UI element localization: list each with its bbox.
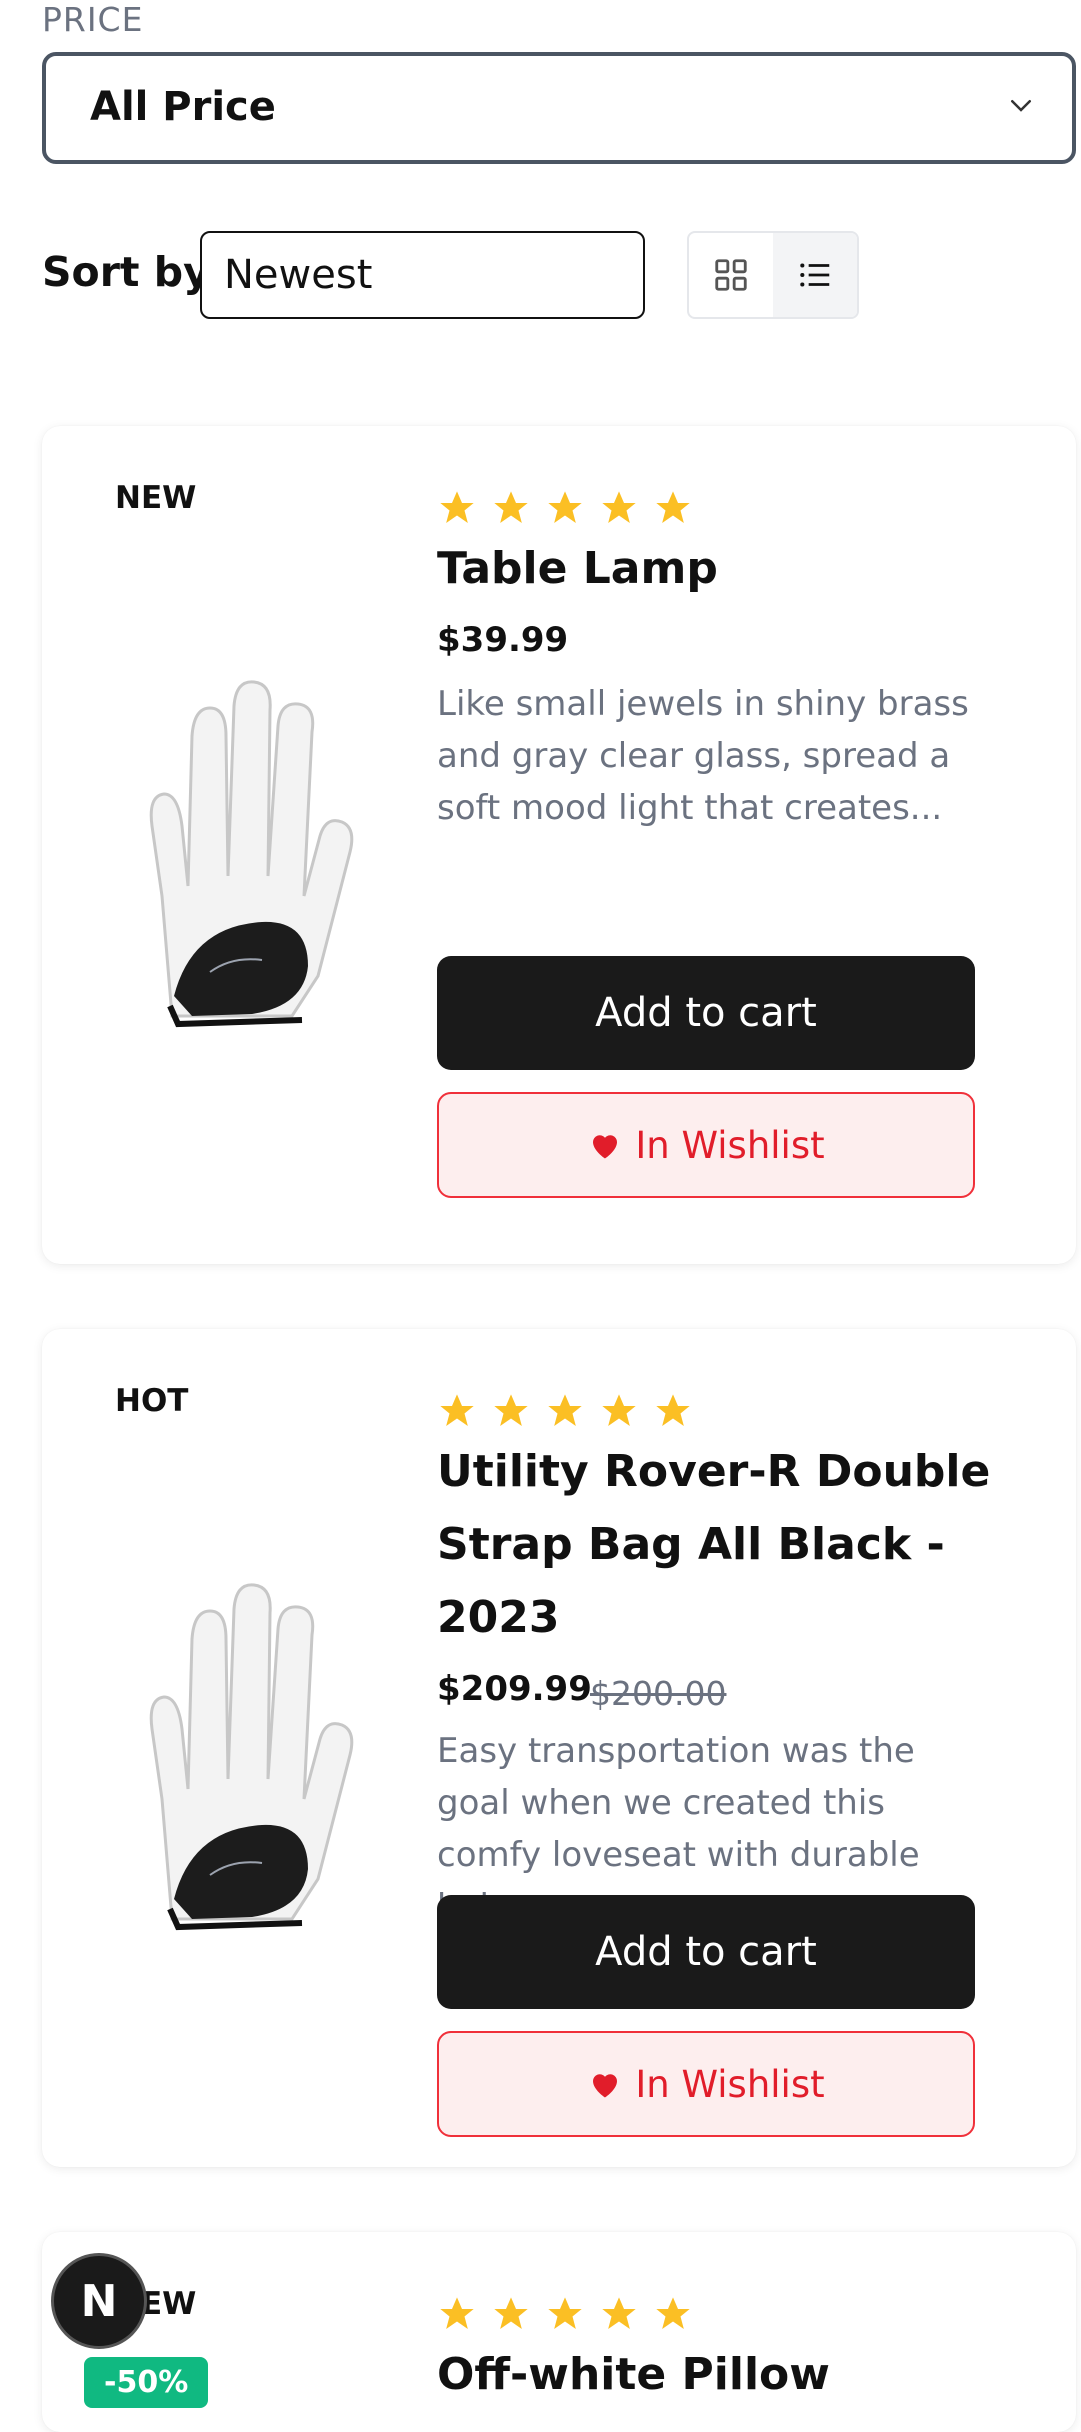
price-select[interactable]: All Price (42, 52, 1076, 164)
chevron-down-icon (1011, 100, 1031, 112)
glove-image (149, 1583, 354, 1931)
rating-stars (437, 1391, 693, 1431)
price-filter-label: PRICE (42, 0, 144, 39)
star-icon (494, 491, 528, 523)
add-to-cart-button[interactable]: Add to cart (437, 956, 975, 1070)
star-icon (440, 491, 474, 523)
product-image[interactable] (112, 676, 372, 1036)
sale-badge: -50% (84, 2357, 209, 2408)
wishlist-button[interactable]: In Wishlist (437, 2031, 975, 2137)
rating-stars (437, 488, 693, 528)
view-toggle (687, 231, 859, 319)
product-description: Like small jewels in shiny brass and gra… (437, 684, 969, 828)
price-select-value: All Price (90, 84, 276, 130)
star-icon (548, 1394, 582, 1426)
product-title[interactable]: Utility Rover-R Double Strap Bag All Bla… (437, 1435, 1037, 1654)
star-icon (602, 1394, 636, 1426)
add-to-cart-button[interactable]: Add to cart (437, 1895, 975, 2009)
list-view-button[interactable] (773, 233, 857, 317)
star-icon (602, 491, 636, 523)
star-icon (656, 1394, 690, 1426)
heart-icon (593, 2074, 618, 2098)
product-badge: NEW (115, 480, 197, 516)
glove-image (149, 680, 354, 1028)
product-price: $209.99 (437, 1669, 592, 1709)
product-price: $39.99 (437, 620, 569, 660)
wishlist-label: In Wishlist (635, 1123, 825, 1167)
product-card: NEW Table Lamp $39.99 Like small jewels … (42, 426, 1076, 1264)
star-icon (602, 2297, 636, 2329)
star-icon (548, 2297, 582, 2329)
product-title[interactable]: Table Lamp (437, 532, 1037, 605)
grid-icon (715, 259, 747, 291)
wishlist-button[interactable]: In Wishlist (437, 1092, 975, 1198)
product-old-price: $200.00 (590, 1674, 727, 1713)
wishlist-label: In Wishlist (635, 2062, 825, 2106)
star-icon (548, 491, 582, 523)
fab-label: N (80, 2275, 118, 2327)
star-icon (656, 491, 690, 523)
rating-stars (437, 2294, 693, 2334)
sort-by-label: Sort by (42, 248, 210, 296)
star-icon (494, 1394, 528, 1426)
star-icon (656, 2297, 690, 2329)
star-icon (440, 2297, 474, 2329)
product-title[interactable]: Off-white Pillow (437, 2338, 1037, 2411)
floating-n-button[interactable]: N (51, 2253, 147, 2349)
list-icon (800, 263, 830, 287)
grid-view-button[interactable] (689, 233, 773, 317)
sort-select[interactable]: Newest (200, 231, 645, 319)
heart-icon (593, 1135, 618, 1159)
product-card: HOT Utility Rover-R Double Strap Bag All… (42, 1329, 1076, 2167)
star-icon (440, 1394, 474, 1426)
star-icon (494, 2297, 528, 2329)
product-badge: HOT (115, 1383, 189, 1419)
sort-select-value: Newest (224, 252, 373, 298)
product-image[interactable] (112, 1579, 372, 1939)
